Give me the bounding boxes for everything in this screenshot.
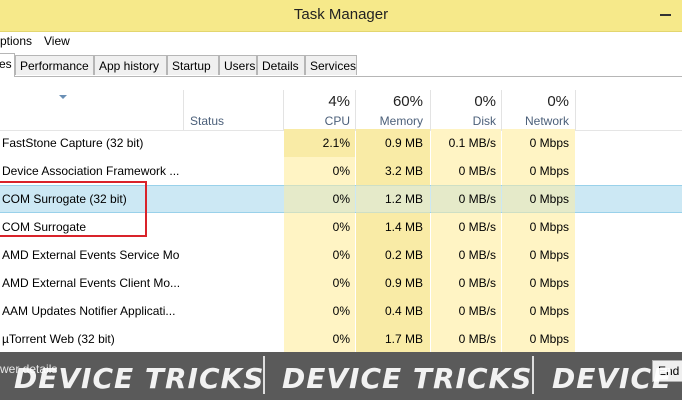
column-separator (283, 90, 284, 130)
tab-performance[interactable]: Performance (15, 55, 94, 75)
disk-value: 0 MB/s (458, 220, 496, 234)
header-memory-percent: 60% (392, 93, 423, 110)
cpu-value: 0% (332, 192, 350, 206)
column-separator (355, 90, 356, 130)
tab-users[interactable]: Users (219, 55, 257, 75)
watermark-separator (263, 356, 265, 394)
cpu-value: 0% (332, 332, 350, 346)
network-value: 0 Mbps (529, 164, 569, 178)
process-name: µTorrent Web (32 bit) (2, 332, 115, 346)
watermark-text: DEVICE TRICKS (14, 362, 265, 395)
process-name: AAM Updates Notifier Applicati... (2, 304, 176, 318)
disk-value: 0 MB/s (458, 164, 496, 178)
tab-services[interactable]: Services (305, 55, 357, 75)
cpu-value: 0% (332, 248, 350, 262)
header-memory-label: Memory (379, 114, 423, 128)
process-name: FastStone Capture (32 bit) (2, 136, 144, 150)
process-name: AMD External Events Service Mo... (2, 248, 180, 262)
cpu-value: 0% (332, 164, 350, 178)
memory-value: 1.2 MB (384, 192, 423, 206)
table-row[interactable]: µTorrent Web (32 bit) 0% 1.7 MB 0 MB/s 0 Mbp… (0, 325, 682, 353)
tab-strip: es Performance App history Startup Users… (0, 53, 682, 77)
disk-value: 0 MB/s (458, 248, 496, 262)
network-value: 0 Mbps (529, 304, 569, 318)
header-network-percent: 0% (547, 93, 569, 110)
minimize-icon (659, 14, 671, 16)
tab-startup[interactable]: Startup (167, 55, 219, 75)
network-value: 0 Mbps (529, 332, 569, 346)
memory-value: 0.9 MB (384, 276, 423, 290)
header-status[interactable]: Status (190, 114, 224, 128)
header-network-label: Network (524, 114, 569, 128)
minimize-button[interactable] (648, 4, 682, 26)
disk-value: 0 MB/s (458, 192, 496, 206)
disk-value: 0 MB/s (458, 276, 496, 290)
memory-value: 1.7 MB (384, 332, 423, 346)
table-row[interactable]: FastStone Capture (32 bit) 2.1% 0.9 MB 0.1 … (0, 129, 682, 157)
cpu-value: 0% (332, 304, 350, 318)
tab-details[interactable]: Details (257, 55, 305, 75)
header-cpu-label: CPU (324, 114, 350, 128)
header-cpu-percent: 4% (328, 93, 350, 110)
menu-view[interactable]: View (44, 34, 70, 48)
highlight-box (0, 181, 147, 237)
network-value: 0 Mbps (529, 192, 569, 206)
cpu-value: 0% (332, 276, 350, 290)
watermark-text-partial: DEVICE (552, 362, 673, 395)
disk-value: 0 MB/s (458, 304, 496, 318)
network-value: 0 Mbps (529, 248, 569, 262)
menu-bar: ptions View (0, 32, 682, 50)
table-row[interactable]: AAM Updates Notifier Applicati... 0% 0.4 M… (0, 297, 682, 325)
column-separator (183, 90, 184, 130)
process-name: AMD External Events Client Mo... (2, 276, 180, 290)
tab-app-history[interactable]: App history (94, 55, 167, 75)
network-value: 0 Mbps (529, 136, 569, 150)
watermark-separator (532, 356, 534, 394)
disk-value: 0.1 MB/s (448, 136, 496, 150)
header-disk-label: Disk (472, 114, 496, 128)
cpu-value: 2.1% (322, 136, 350, 150)
header-disk-percent: 0% (474, 93, 496, 110)
watermark-text: DEVICE TRICKS (282, 362, 533, 395)
network-value: 0 Mbps (529, 276, 569, 290)
memory-value: 3.2 MB (384, 164, 423, 178)
disk-value: 0 MB/s (458, 332, 496, 346)
menu-options[interactable]: ptions (0, 34, 32, 48)
title-bar: Task Manager (0, 0, 682, 32)
column-separator (575, 90, 576, 130)
memory-value: 1.4 MB (384, 220, 423, 234)
window-title: Task Manager (293, 6, 389, 23)
memory-value: 0.9 MB (384, 136, 423, 150)
cpu-value: 0% (332, 220, 350, 234)
network-value: 0 Mbps (529, 220, 569, 234)
tab-processes[interactable]: es (0, 53, 15, 77)
memory-value: 0.2 MB (384, 248, 423, 262)
sort-arrow-icon (59, 95, 67, 99)
table-row[interactable]: AMD External Events Service Mo... 0% 0.2 M… (0, 241, 682, 269)
column-separator (430, 90, 431, 130)
memory-value: 0.4 MB (384, 304, 423, 318)
table-row[interactable]: AMD External Events Client Mo... 0% 0.9 MB… (0, 269, 682, 297)
